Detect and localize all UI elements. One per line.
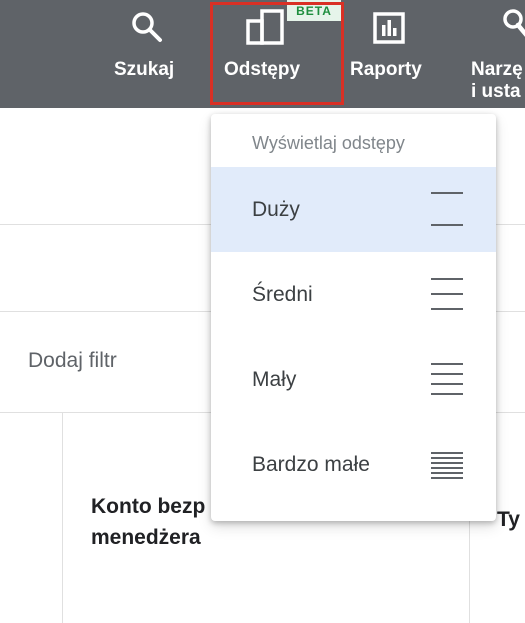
spacing-option-small[interactable]: Mały bbox=[211, 337, 496, 422]
spacing-option-label: Średni bbox=[252, 283, 313, 306]
spacing-menu-heading: Wyświetlaj odstępy bbox=[252, 133, 405, 153]
column-header-partial[interactable]: Ty bbox=[497, 508, 520, 532]
reports-tool-label: Raporty bbox=[350, 59, 422, 80]
tools-settings-button[interactable]: Narzę i usta bbox=[468, 0, 525, 108]
search-tool-label: Szukaj bbox=[114, 59, 175, 80]
search-icon bbox=[132, 12, 162, 42]
column-header-line-1: Konto bezp bbox=[91, 495, 206, 518]
reports-icon bbox=[373, 12, 405, 44]
search-tool-button[interactable]: Szukaj bbox=[108, 0, 188, 108]
spacing-option-extra-small[interactable]: Bardzo małe bbox=[211, 422, 496, 507]
density-small-icon bbox=[431, 358, 463, 400]
top-toolbar: Szukaj Odstępy BETA Raporty Narzę i usta bbox=[0, 0, 525, 108]
spacing-option-large[interactable]: Duży bbox=[211, 167, 496, 252]
density-extra-small-icon bbox=[431, 443, 463, 485]
spacing-option-medium[interactable]: Średni bbox=[211, 252, 496, 337]
spacing-option-label: Mały bbox=[252, 368, 297, 391]
tools-label-line-1: Narzę bbox=[471, 59, 523, 80]
reports-tool-button[interactable]: Raporty bbox=[348, 0, 438, 108]
density-large-icon bbox=[431, 188, 463, 230]
spacing-menu: Wyświetlaj odstępy Duży Średni Mały Bard… bbox=[211, 114, 496, 521]
add-filter-button[interactable]: Dodaj filtr bbox=[28, 349, 117, 373]
column-header-manager-account[interactable]: Konto bezp menedżera bbox=[91, 491, 206, 553]
column-header-line-2: menedżera bbox=[91, 526, 201, 549]
spacing-option-label: Bardzo małe bbox=[252, 453, 370, 476]
tools-label-line-2: i usta bbox=[471, 81, 521, 102]
density-medium-icon bbox=[431, 273, 463, 315]
column-divider bbox=[62, 412, 63, 623]
spacing-highlight-frame bbox=[210, 2, 344, 105]
wrench-icon bbox=[503, 9, 525, 37]
spacing-option-label: Duży bbox=[252, 198, 300, 221]
